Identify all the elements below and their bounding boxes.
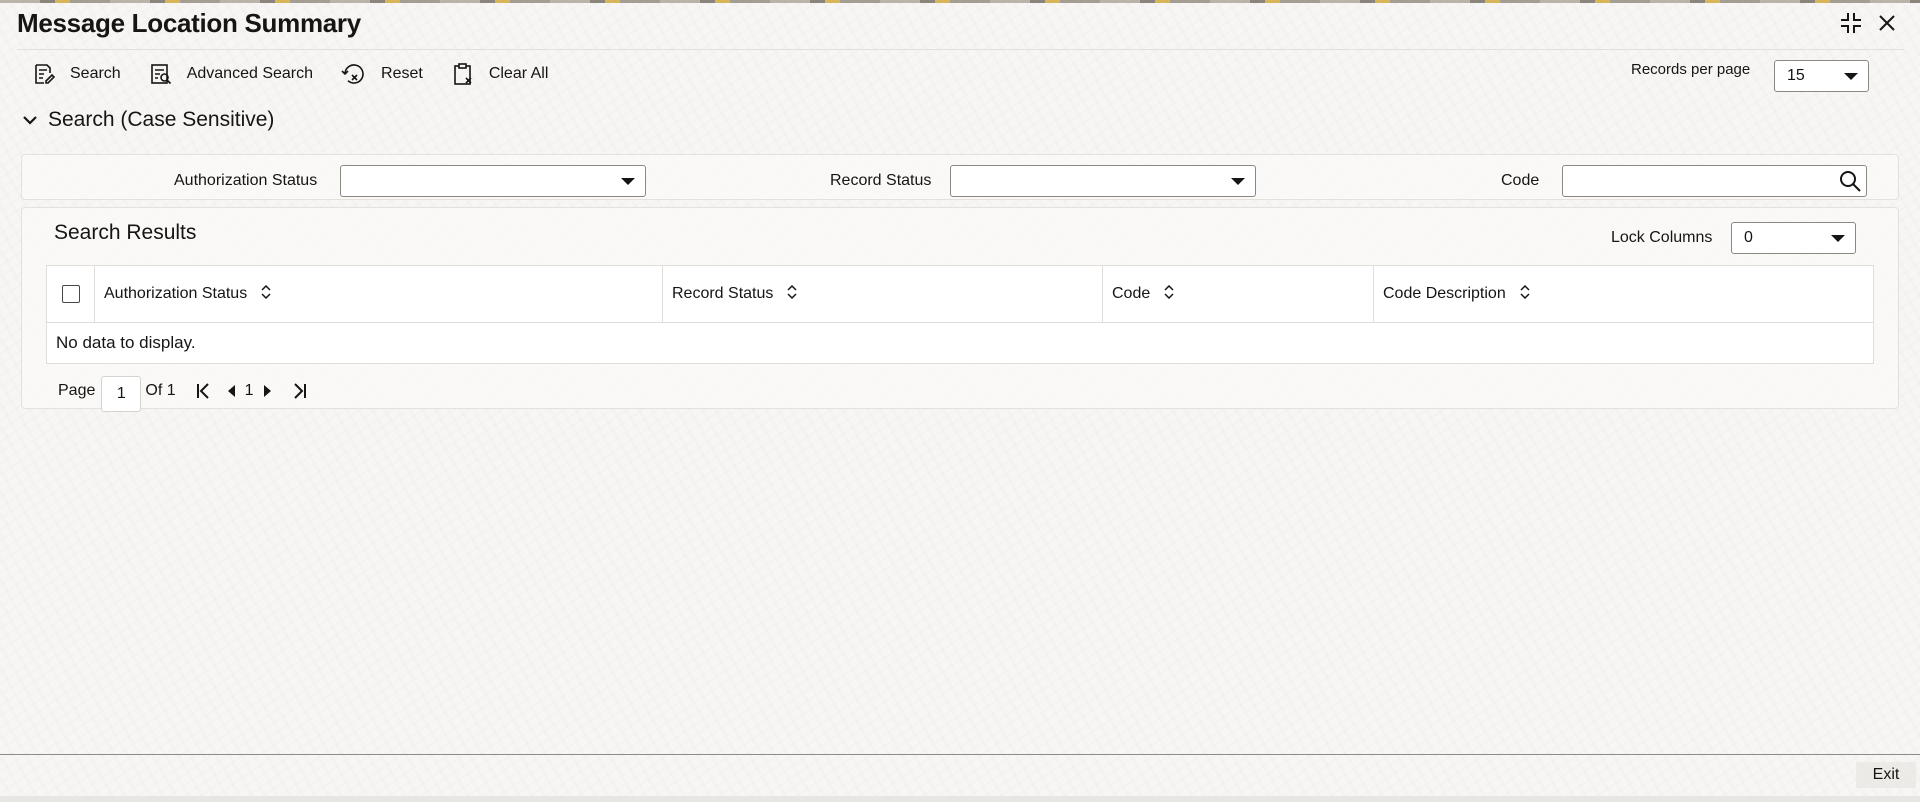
first-page-icon[interactable] — [196, 382, 212, 400]
column-header-label: Authorization Status — [104, 285, 248, 302]
collapse-icon[interactable] — [1838, 10, 1864, 36]
chevron-down-icon — [1231, 178, 1245, 185]
records-per-page-label: Records per page — [1631, 61, 1751, 78]
lock-columns-label: Lock Columns — [1611, 229, 1713, 246]
sort-icon[interactable] — [787, 284, 797, 304]
reset-button[interactable]: Reset — [341, 60, 423, 88]
records-per-page-value: 15 — [1787, 67, 1805, 84]
exit-button[interactable]: Exit — [1856, 762, 1916, 788]
search-button-label: Search — [70, 65, 121, 82]
clear-all-button[interactable]: Clear All — [451, 60, 549, 88]
previous-page-icon[interactable] — [227, 385, 236, 397]
chevron-down-icon — [1831, 235, 1845, 242]
page-number: 1 — [244, 382, 254, 399]
page-of-label: Of 1 — [145, 382, 176, 399]
column-header-code-description[interactable]: Code Description — [1374, 266, 1873, 322]
empty-table-message: No data to display. — [56, 333, 196, 352]
column-header-label: Code Description — [1383, 285, 1506, 302]
lock-columns-value: 0 — [1744, 229, 1753, 246]
close-icon[interactable] — [1874, 10, 1900, 36]
footer-divider — [0, 754, 1920, 755]
column-header-label: Record Status — [672, 285, 774, 302]
column-header-record-status[interactable]: Record Status — [663, 266, 1103, 322]
next-page-icon[interactable] — [263, 385, 271, 397]
search-section-toggle[interactable]: Search (Case Sensitive) — [22, 108, 274, 132]
code-label: Code — [1501, 172, 1540, 189]
chevron-down-icon — [621, 178, 635, 185]
column-header-label: Code — [1112, 285, 1151, 302]
reset-button-label: Reset — [381, 65, 423, 82]
clipboard-clear-icon — [454, 63, 472, 85]
search-button[interactable]: Search — [32, 60, 121, 88]
search-criteria-panel: Authorization Status Record Status Code — [21, 154, 1899, 200]
advanced-search-button-label: Advanced Search — [186, 65, 314, 82]
records-per-page-select[interactable]: 15 — [1774, 60, 1869, 92]
sort-icon[interactable] — [1164, 284, 1174, 304]
sort-icon[interactable] — [261, 284, 271, 304]
record-status-select[interactable] — [950, 165, 1256, 197]
code-input[interactable] — [1562, 165, 1867, 197]
last-page-icon[interactable] — [291, 382, 307, 400]
page-title: Message Location Summary — [17, 8, 361, 38]
title-divider — [17, 49, 1904, 50]
toolbar: Search Advanced Search Reset Clear All — [32, 60, 576, 88]
authorization-status-select[interactable] — [340, 165, 646, 197]
select-all-cell — [47, 266, 95, 322]
search-icon[interactable] — [1838, 169, 1862, 198]
column-header-code[interactable]: Code — [1103, 266, 1374, 322]
authorization-status-label: Authorization Status — [174, 172, 318, 189]
page-label: Page — [58, 382, 96, 399]
table-header-row: Authorization Status Record Status Code … — [47, 266, 1873, 323]
lock-columns-select[interactable]: 0 — [1731, 222, 1856, 254]
reset-icon — [341, 64, 364, 84]
top-decorative-strip — [0, 0, 1920, 3]
pagination: Page 1 Of 1 1 — [58, 373, 307, 412]
current-page-input[interactable]: 1 — [101, 376, 142, 412]
current-page-value: 1 — [116, 385, 126, 402]
record-status-label: Record Status — [830, 172, 932, 189]
results-table: Authorization Status Record Status Code … — [46, 265, 1874, 364]
chevron-down-icon — [1844, 73, 1858, 80]
select-all-checkbox[interactable] — [61, 285, 80, 303]
advanced-search-icon — [150, 64, 171, 85]
clear-all-button-label: Clear All — [488, 65, 549, 82]
chevron-down-icon — [23, 116, 37, 125]
search-results-title: Search Results — [54, 221, 197, 244]
column-header-authorization-status[interactable]: Authorization Status — [95, 266, 663, 322]
search-doc-icon — [35, 64, 56, 84]
bottom-strip — [0, 796, 1920, 802]
search-section-title: Search (Case Sensitive) — [48, 108, 275, 131]
advanced-search-button[interactable]: Advanced Search — [149, 60, 313, 88]
window-controls — [1838, 10, 1900, 36]
sort-icon[interactable] — [1520, 284, 1530, 304]
